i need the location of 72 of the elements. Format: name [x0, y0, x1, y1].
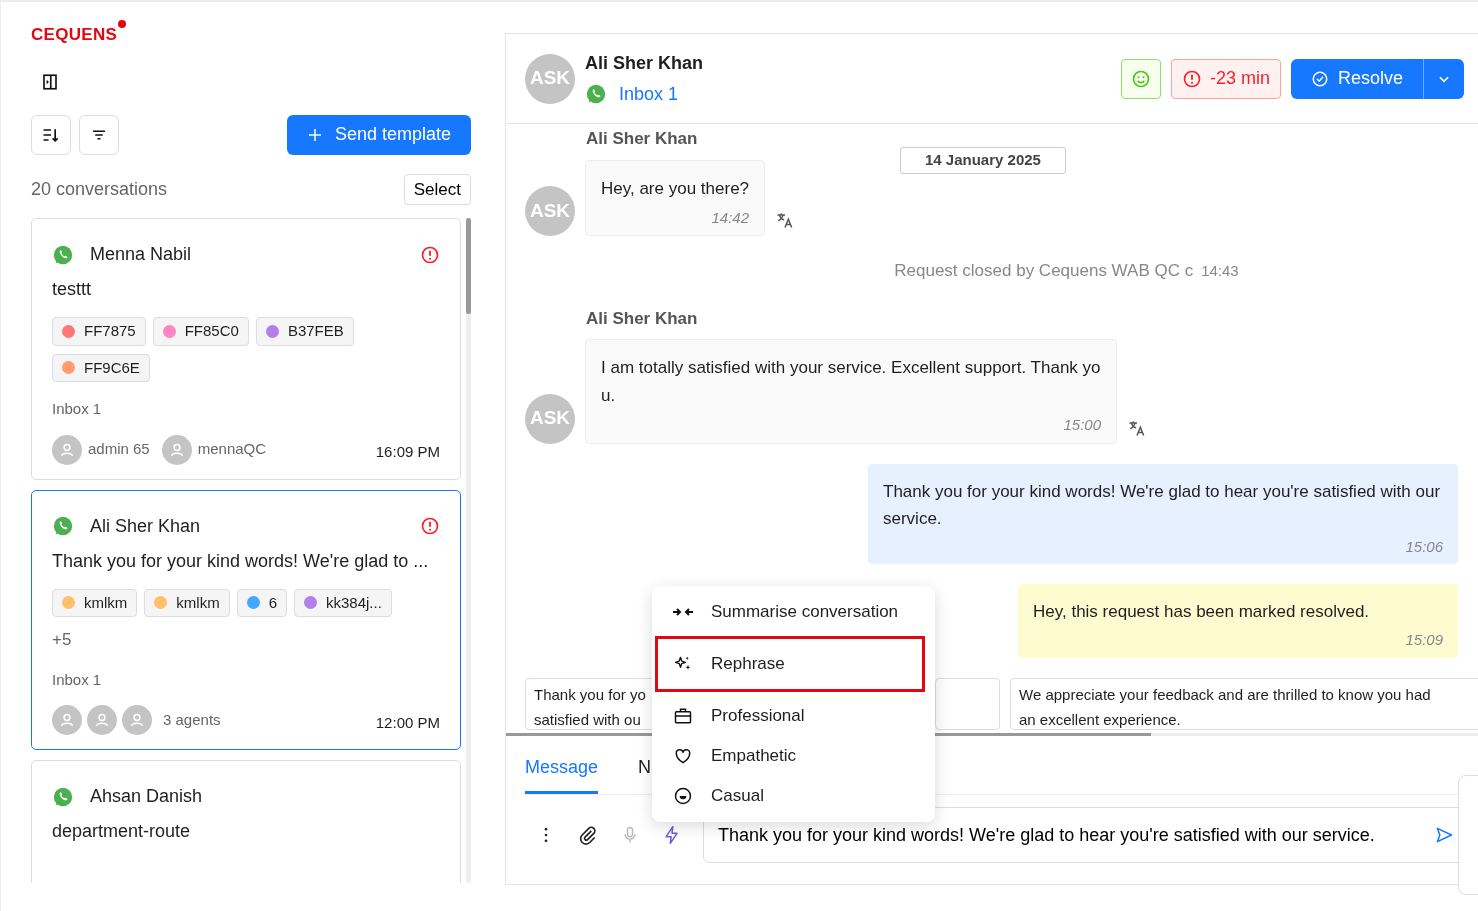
- plus-icon: [306, 126, 323, 143]
- briefcase-icon: [673, 706, 693, 726]
- sender-name: Ali Sher Khan: [586, 128, 699, 150]
- menu-item[interactable]: Empathetic: [655, 736, 925, 776]
- agent-name: mennaQC: [197, 439, 267, 460]
- whatsapp-icon: [52, 515, 74, 537]
- whatsapp-icon: [585, 83, 607, 105]
- inbox-link[interactable]: Inbox 1: [619, 80, 679, 108]
- conversation-time: 16:09 PM: [375, 442, 440, 463]
- menu-item[interactable]: Professional: [655, 696, 925, 736]
- heart-icon: [673, 746, 693, 766]
- contact-avatar: ASK: [525, 186, 575, 236]
- whatsapp-icon: [52, 785, 74, 808]
- sort-button[interactable]: [31, 114, 71, 155]
- composer-tab[interactable]: N: [638, 736, 652, 794]
- brand-logo: CEQUENS: [31, 22, 127, 48]
- select-button[interactable]: Select: [403, 173, 471, 205]
- message-text: Hey, are you there?: [601, 177, 750, 200]
- message-time: 15:06: [1404, 536, 1443, 557]
- system-message: Request closed by Cequens WAB QC c: [894, 260, 1194, 282]
- composer-tab[interactable]: Message: [525, 736, 599, 794]
- contact-avatar: ASK: [525, 53, 575, 104]
- more-tags-count: +5: [52, 629, 73, 651]
- contact-avatar: ASK: [525, 393, 575, 444]
- tag-label: B37FEB: [287, 321, 344, 341]
- message-time: 15:09: [1404, 630, 1443, 650]
- panel-toggle-icon[interactable]: [41, 73, 59, 92]
- inbox-label: Inbox 1: [52, 399, 103, 419]
- menu-item[interactable]: Rephrase: [655, 636, 925, 692]
- filter-button[interactable]: [79, 114, 119, 155]
- tag-label: 6: [268, 592, 277, 613]
- whatsapp-icon: [52, 243, 74, 266]
- agents-count: 3 agents: [163, 709, 221, 730]
- tag-label: kmlkm: [84, 592, 128, 613]
- inbox-label: Inbox 1: [52, 669, 103, 690]
- conversation-count: 20 conversations: [31, 177, 168, 201]
- alert-icon: [1181, 68, 1202, 89]
- contact-name: Ahsan Danish: [90, 785, 203, 808]
- sender-name: Ali Sher Khan: [586, 307, 699, 330]
- message-time: 15:00: [1062, 415, 1101, 435]
- contact-name: Menna Nabil: [90, 243, 192, 266]
- sla-time: -23 min: [1209, 67, 1270, 90]
- scrollbar[interactable]: [466, 218, 471, 883]
- menu-item[interactable]: Summarise conversation: [655, 592, 925, 632]
- smiley-icon: [673, 786, 693, 806]
- paperclip-icon[interactable]: [578, 825, 598, 845]
- conversation-card[interactable]: Menna Nabil testtt FF7875 FF85C0 B37FEB FF9C6E Inbox 1 admin 65 mennaQC 16:09 PM: [31, 218, 461, 480]
- tag-label: FF9C6E: [84, 357, 140, 378]
- tag-label: FF85C0: [184, 321, 239, 341]
- message-time: 14:42: [710, 207, 750, 228]
- contact-name: Ali Sher Khan: [90, 514, 201, 538]
- tag-label: kk384j...: [326, 592, 382, 613]
- message-text: Hey, this request has been marked resolved.: [1033, 601, 1371, 623]
- tag-label: FF7875: [84, 321, 136, 341]
- conversation-time: 12:00 PM: [375, 712, 440, 733]
- agent-name: admin 65: [88, 439, 150, 460]
- message-text: I am totally satisfied with your service. Excellent support. Thank you.: [601, 357, 1101, 407]
- tag-label: kmlkm: [176, 592, 220, 613]
- message-text: Thank you for your kind words! We're glad to hear you're satisfied with our service.: [883, 480, 1442, 530]
- send-template-button[interactable]: Send template: [286, 114, 471, 155]
- conversation-card[interactable]: Ali Sher Khan Thank you for your kind words! We're glad to ... kmlkm kmlkm 6 kk384j... +5 Inbox 1 3 agents 12:00 PM: [31, 489, 461, 750]
- satisfaction-button[interactable]: [1120, 58, 1161, 99]
- message-preview: department-route: [52, 820, 192, 843]
- smiley-icon: [1130, 68, 1151, 89]
- collapse-arrows-icon: [673, 608, 693, 616]
- contact-name: Ali Sher Khan: [585, 51, 704, 75]
- message-preview: Thank you for your kind words! We're glad to ...: [52, 549, 430, 573]
- check-circle-icon: [1310, 69, 1329, 88]
- conversation-card[interactable]: Ahsan Danish department-route: [31, 760, 461, 883]
- message-time: 14:43: [1201, 261, 1239, 281]
- reply-suggestion[interactable]: We appreciate your feedback and are thrilled to know you had an excellent experience.: [1010, 677, 1478, 730]
- message-preview: testtt: [52, 278, 92, 301]
